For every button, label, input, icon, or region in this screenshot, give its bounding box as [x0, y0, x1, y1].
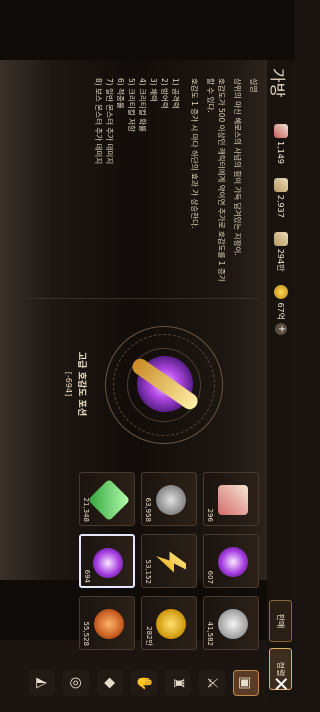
item-count: [-694]: [64, 371, 73, 397]
sell-label: 판매: [276, 613, 285, 629]
currency-value: 294만: [276, 248, 286, 272]
chest-icon: ▣: [237, 676, 253, 690]
glove-icon: ✋: [136, 674, 152, 692]
tab-armor[interactable]: ♜: [165, 670, 191, 696]
scroll-icon: [274, 124, 288, 138]
tab-weapon[interactable]: ⚔: [199, 670, 225, 696]
tab-chest[interactable]: ▣: [233, 670, 259, 696]
item-name: 고급 호감도 포션: [76, 351, 86, 417]
paper-icon: [274, 231, 288, 246]
currency-value: 2,937: [276, 194, 286, 218]
currency-value: 67억: [276, 302, 286, 320]
magic-circle: [105, 326, 223, 444]
description-panel: 설명 상위의 마신 헤로스의 사념의 힘이 가득 담겨있는 지팡이. 호감도가 …: [27, 78, 259, 288]
currency-item: 67억 +: [270, 281, 292, 339]
effect-item: 2) 방어력: [160, 78, 169, 109]
shoe-icon: ◭: [34, 677, 50, 689]
item-preview: 고급 호감도 포션 [-694]: [27, 304, 259, 464]
tab-ring[interactable]: ◎: [63, 670, 89, 696]
item-grid-extra: [27, 472, 259, 662]
sword-icon: ⚔: [204, 676, 220, 690]
title-bar: 가방 1,149 2,937 294만 67억 + 판매 정렬 ✕: [267, 60, 295, 700]
effect-item: 8) 보스 몬스터 추가 데미지: [94, 78, 103, 165]
currency-item: 1,149: [270, 120, 292, 168]
tab-box[interactable]: ◆: [97, 670, 123, 696]
effect-item: 6) 적중률: [116, 78, 125, 109]
currency-item: 294만: [270, 228, 292, 276]
gold-icon: [274, 285, 288, 300]
ring-icon: ◎: [68, 676, 84, 690]
currency-item: 2,937: [270, 174, 292, 222]
effect-list: 1) 공격력 2) 방어력 3) 체력 4) 크리티컬 확률 5) 크리티컬 저…: [93, 78, 181, 288]
inventory-window: 가방 1,149 2,937 294만 67억 + 판매 정렬 ✕ 설명 상위의…: [0, 60, 295, 700]
tab-glove[interactable]: ✋: [131, 670, 157, 696]
category-tabs: ▣ ⚔ ♜ ✋ ◆ ◎ ◭: [27, 670, 259, 696]
paper-icon: [274, 177, 288, 192]
effect-item: 5) 크리티컬 저항: [127, 78, 136, 132]
currency-bar: 1,149 2,937 294만 67억 +: [269, 120, 293, 339]
armor-icon: ♜: [170, 676, 186, 690]
effect-item: 3) 체력: [149, 78, 158, 102]
description-heading: 설명: [249, 78, 258, 93]
description-text: 호감도 1 증가 시 마다 하단의 효과 가 상승한다.: [190, 78, 199, 229]
description-text: 상위의 마신 헤로스의 사념의 힘이 가득 담겨있는 지팡이.: [233, 78, 242, 256]
window-title: 가방: [268, 68, 287, 98]
currency-value: 1,149: [276, 141, 286, 164]
effect-item: 4) 크리티컬 확률: [138, 78, 147, 132]
tab-shoe[interactable]: ◭: [29, 670, 55, 696]
effect-item: 7) 일반 몬스터 추가 데미지: [105, 78, 114, 165]
effect-item: 1) 공격력: [171, 78, 180, 109]
description-text: 호감도가 500 이상인 캐릭터에게 약이면 추가로 호감도를 1 증가할 수 …: [206, 78, 226, 282]
status-bar-area: [0, 0, 295, 60]
sell-button[interactable]: 판매: [269, 600, 292, 642]
add-gold-button[interactable]: +: [275, 323, 287, 335]
close-button[interactable]: ✕: [269, 672, 293, 696]
box-icon: ◆: [102, 677, 118, 689]
divider: [27, 298, 259, 299]
